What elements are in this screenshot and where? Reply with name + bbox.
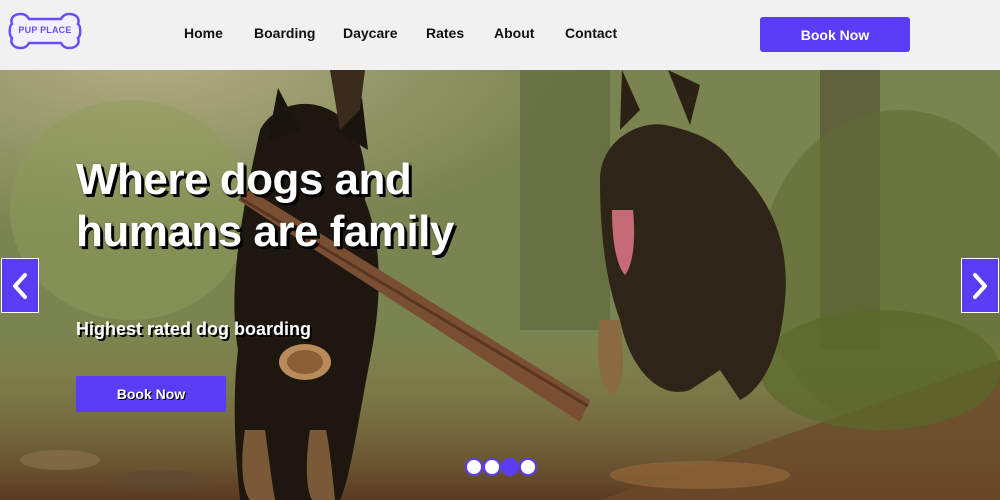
carousel-dot-4[interactable] xyxy=(519,458,537,476)
nav-contact[interactable]: Contact xyxy=(565,25,617,41)
carousel-next-button[interactable] xyxy=(961,258,999,313)
hero-book-now-button[interactable]: Book Now xyxy=(76,376,226,412)
carousel-prev-button[interactable] xyxy=(1,258,39,313)
carousel-dot-2[interactable] xyxy=(483,458,501,476)
carousel-dot-1[interactable] xyxy=(465,458,483,476)
hero-image xyxy=(0,70,1000,500)
nav-home[interactable]: Home xyxy=(184,25,223,41)
chevron-right-icon xyxy=(973,272,987,299)
header-book-now-button[interactable]: Book Now xyxy=(760,17,910,52)
site-header: PUP PLACE Home Boarding Daycare Rates Ab… xyxy=(0,0,1000,70)
nav-boarding[interactable]: Boarding xyxy=(254,25,315,41)
hero-carousel: Where dogs and humans are family Highest… xyxy=(0,70,1000,500)
hero-subtitle: Highest rated dog boarding xyxy=(76,319,312,339)
logo-text: PUP PLACE xyxy=(18,25,72,35)
hero-title: Where dogs and humans are family xyxy=(76,155,454,256)
logo[interactable]: PUP PLACE xyxy=(7,10,83,52)
nav-daycare[interactable]: Daycare xyxy=(343,25,398,41)
nav-rates[interactable]: Rates xyxy=(426,25,464,41)
carousel-dot-3[interactable] xyxy=(501,458,519,476)
chevron-left-icon xyxy=(13,272,27,299)
nav-about[interactable]: About xyxy=(494,25,534,41)
